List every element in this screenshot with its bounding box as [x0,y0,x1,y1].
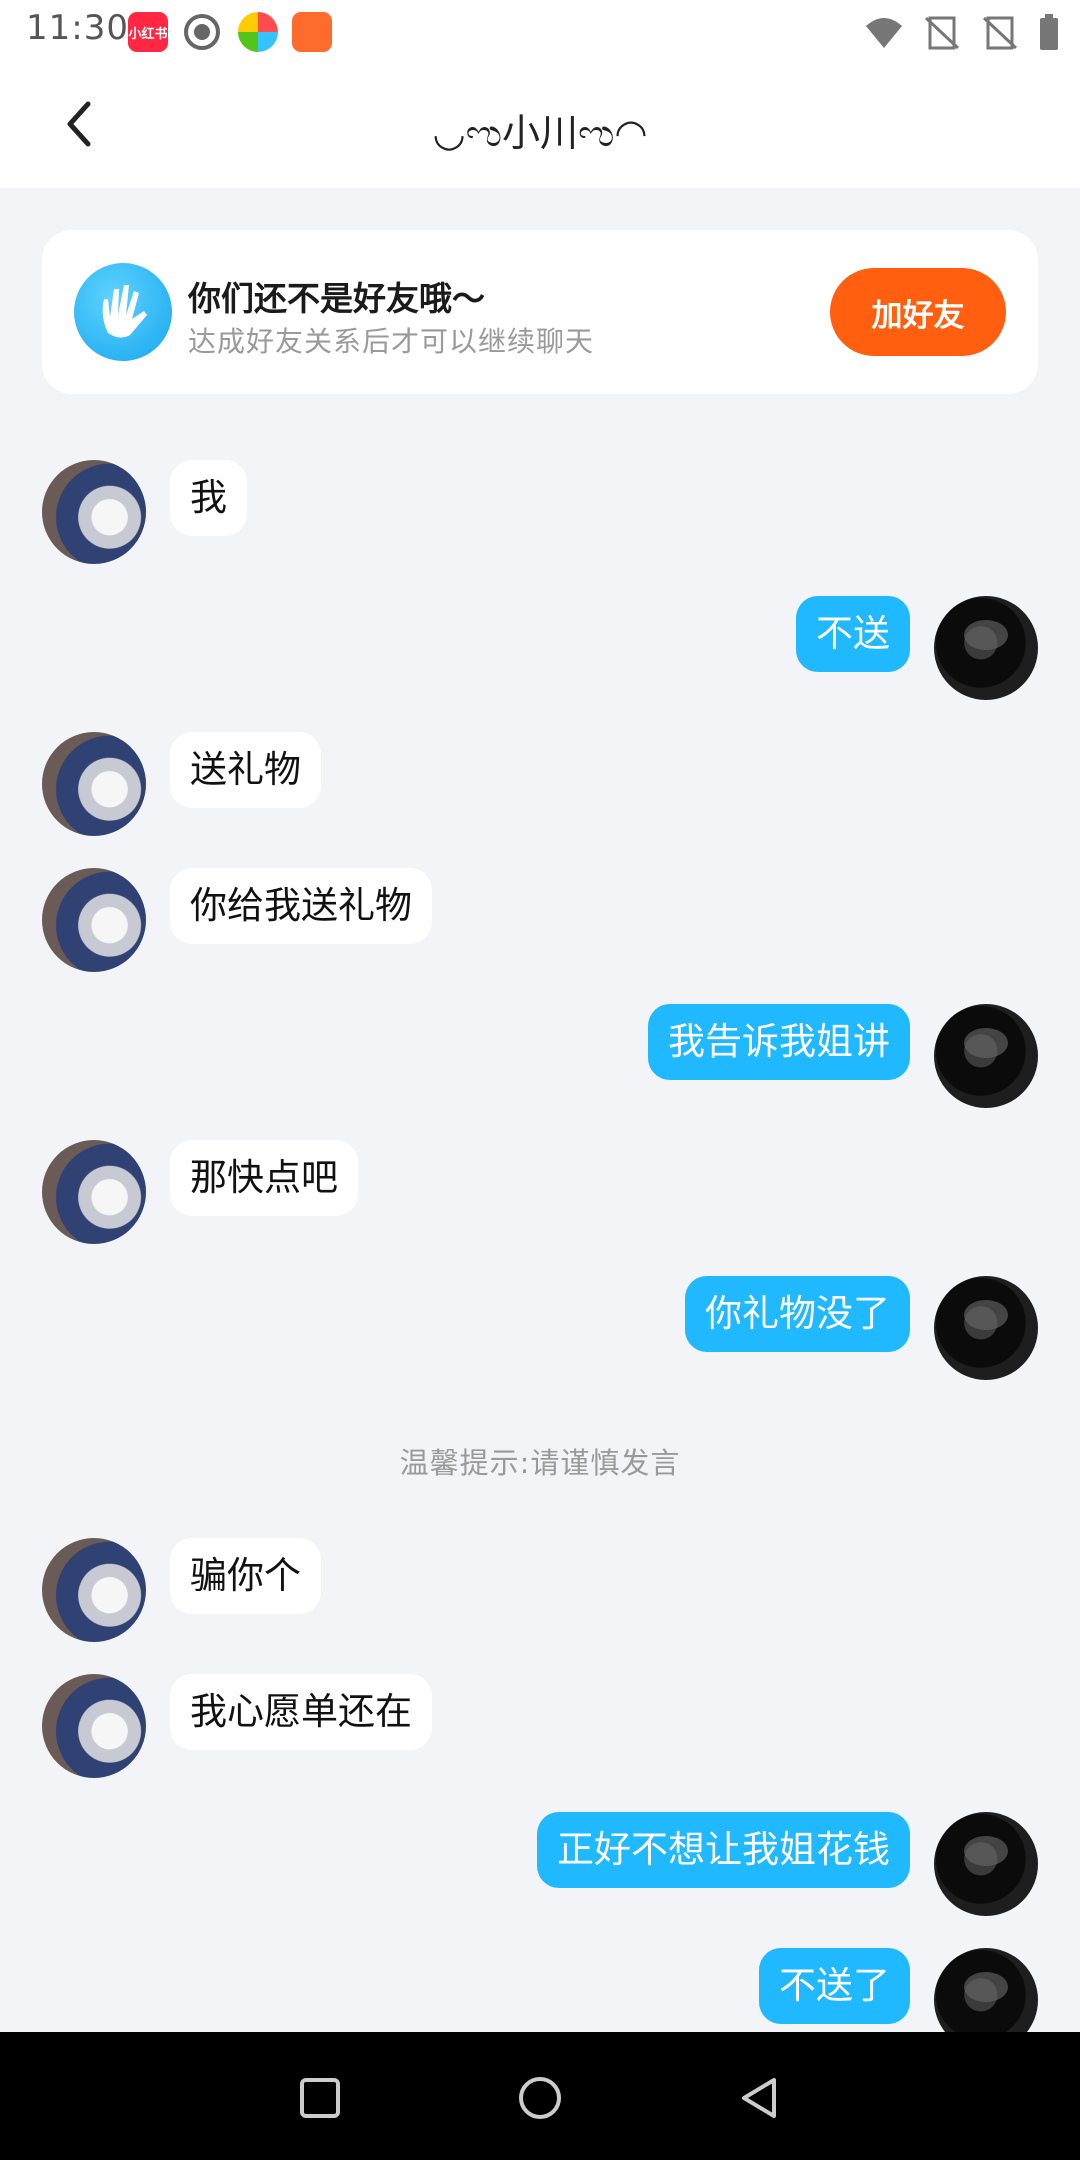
back-triangle-icon[interactable] [736,2074,784,2122]
message-bubble-sent[interactable]: 不送了 [759,1948,910,2024]
message-bubble-sent[interactable]: 我告诉我姐讲 [648,1004,910,1080]
my-avatar[interactable] [934,596,1038,700]
system-nav-bar [0,2032,1080,2160]
orange-app-icon [292,12,332,52]
message-bubble-sent[interactable]: 你礼物没了 [685,1276,910,1352]
colorful-app-icon [238,12,278,52]
status-bar: 11:30 小红书 [0,0,1080,64]
message-bubble-sent[interactable]: 不送 [796,596,910,672]
my-avatar[interactable] [934,1276,1038,1380]
contact-avatar[interactable] [42,460,146,564]
message-bubble-received[interactable]: 送礼物 [170,732,321,808]
warm-tip-notice: 温馨提示:请谨慎发言 [399,1446,681,1480]
contact-avatar[interactable] [42,1538,146,1642]
contact-avatar[interactable] [42,1674,146,1778]
message-bubble-received[interactable]: 那快点吧 [170,1140,358,1216]
wifi-icon [866,18,902,48]
recents-square-icon[interactable] [296,2074,344,2122]
add-friend-button[interactable]: 加好友 [830,268,1006,356]
my-avatar[interactable] [934,1004,1038,1108]
message-bubble-received[interactable]: 我 [170,460,247,536]
home-circle-icon[interactable] [516,2074,564,2122]
chat-title: ◡ಌ小川ಌ◠ [432,111,648,155]
contact-avatar[interactable] [42,1140,146,1244]
battery-icon [1040,14,1058,50]
chat-header: ◡ಌ小川ಌ◠ [0,64,1080,188]
not-friend-card: 你们还不是好友哦～ 达成好友关系后才可以继续聊天 加好友 [42,230,1038,394]
no-sim-icon [924,16,960,50]
message-bubble-received[interactable]: 我心愿单还在 [170,1674,432,1750]
xiaohongshu-icon: 小红书 [128,12,168,52]
my-avatar[interactable] [934,1812,1038,1916]
message-bubble-sent[interactable]: 正好不想让我姐花钱 [537,1812,910,1888]
no-sim-icon-2 [982,16,1018,50]
status-indicators [864,14,1060,52]
message-bubble-received[interactable]: 骗你个 [170,1538,321,1614]
hand-wave-icon [74,263,172,361]
status-time: 11:30 [26,8,129,48]
message-bubble-received[interactable]: 你给我送礼物 [170,868,432,944]
contact-avatar[interactable] [42,732,146,836]
record-icon [184,14,220,50]
contact-avatar[interactable] [42,868,146,972]
card-subtitle: 达成好友关系后才可以继续聊天 [188,325,595,358]
card-title: 你们还不是好友哦～ [188,279,485,318]
